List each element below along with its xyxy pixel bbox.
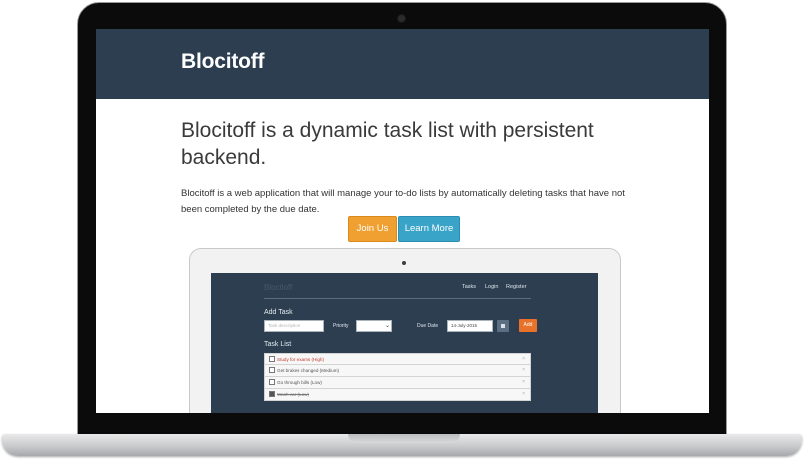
preview-brand: Blocitoff	[264, 283, 293, 292]
preview-add-task-heading: Add Task	[264, 309, 293, 316]
site-navbar: Blocitoff	[96, 29, 709, 99]
preview-nav-register: Register	[506, 284, 527, 290]
webcam-icon	[398, 15, 405, 22]
preview-due-date-label: Due Date	[417, 323, 439, 329]
delete-icon: ×	[522, 391, 525, 397]
checkbox-icon	[269, 378, 275, 385]
hero-headline: Blocitoff is a dynamic task list with pe…	[181, 119, 594, 169]
laptop-base	[2, 434, 802, 456]
preview-task-list: Study for exams (High) × Get brakes chan…	[264, 353, 531, 401]
app-preview-screen: Blocitoff Tasks Login Register Add Task …	[211, 273, 598, 413]
delete-icon: ×	[522, 379, 525, 385]
laptop-notch	[348, 434, 460, 443]
checkbox-icon	[269, 355, 275, 362]
preview-task-row: Get brakes changed (Medium) ×	[264, 365, 531, 377]
hero-description: Blocitoff is a web application that will…	[181, 188, 625, 215]
preview-task-row: Wash car (Low) ×	[264, 389, 531, 401]
browser-viewport: Blocitoff Blocitoff is a dynamic task li…	[96, 29, 709, 413]
preview-task-input: Task description	[264, 320, 324, 332]
preview-add-button: Add	[519, 319, 537, 332]
app-preview-laptop: Blocitoff Tasks Login Register Add Task …	[189, 248, 621, 413]
checkbox-icon	[269, 366, 275, 373]
preview-due-date-input: 14-July-2015	[447, 320, 493, 332]
preview-task-row: Study for exams (High) ×	[264, 353, 531, 365]
calendar-icon	[497, 320, 509, 332]
preview-divider	[264, 298, 531, 299]
preview-task-list-heading: Task List	[264, 341, 292, 348]
checked-checkbox-icon	[269, 390, 275, 397]
preview-priority-label: Priority	[333, 323, 349, 329]
brand-logo[interactable]: Blocitoff	[181, 50, 265, 74]
delete-icon: ×	[522, 356, 525, 362]
preview-nav-login: Login	[485, 284, 499, 290]
preview-nav-tasks: Tasks	[462, 284, 477, 290]
preview-webcam-icon	[402, 261, 406, 265]
delete-icon: ×	[522, 367, 525, 373]
preview-task-row: Go through bills (Low) ×	[264, 377, 531, 389]
preview-priority-select: ⌄	[356, 320, 392, 332]
chevron-down-icon: ⌄	[384, 323, 390, 329]
join-us-button[interactable]: Join Us	[348, 216, 397, 242]
learn-more-button[interactable]: Learn More	[398, 216, 460, 242]
